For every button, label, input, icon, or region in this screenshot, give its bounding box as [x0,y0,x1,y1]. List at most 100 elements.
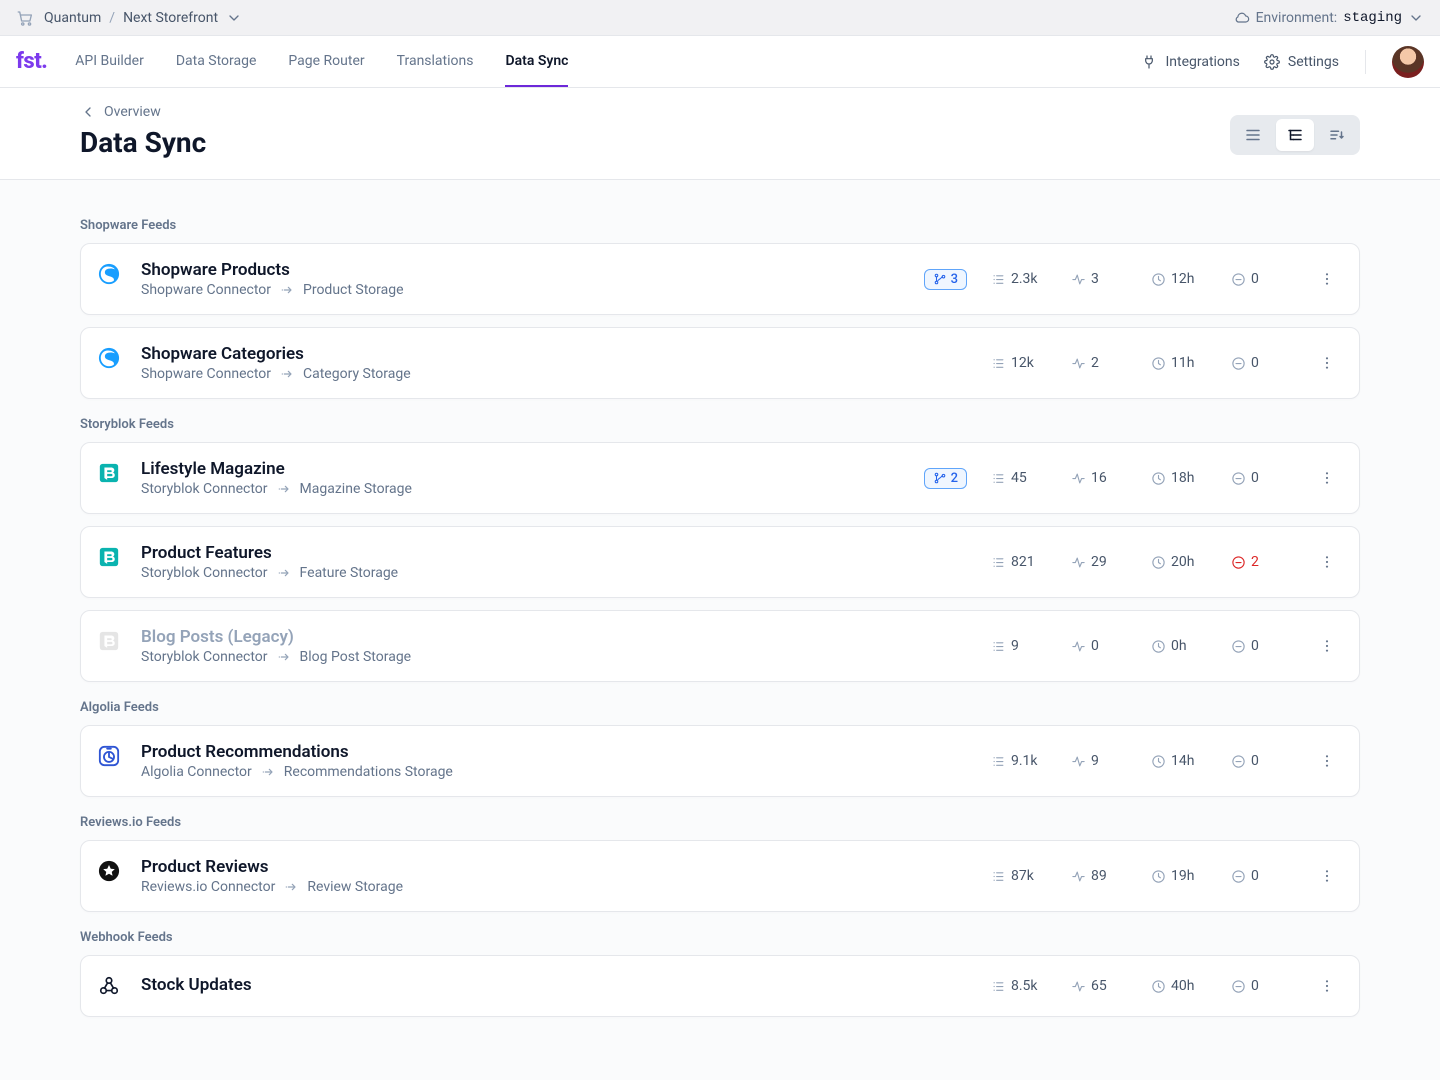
stat-errors: 0 [1231,271,1287,287]
shopware-icon [97,346,121,370]
more-button[interactable] [1315,265,1339,293]
feed-route: Shopware ConnectorCategory Storage [141,366,967,382]
more-button[interactable] [1315,349,1339,377]
stat-age: 14h [1151,753,1207,769]
nav-settings[interactable]: Settings [1264,54,1339,70]
nav-tab-translations[interactable]: Translations [397,36,474,87]
stat-errors: 0 [1231,868,1287,884]
stat-errors: 0 [1231,355,1287,371]
avatar[interactable] [1392,46,1424,78]
shopware-icon [97,262,121,286]
view-list-button[interactable] [1234,119,1272,151]
stat-age: 40h [1151,978,1207,994]
nav-tab-data-storage[interactable]: Data Storage [176,36,257,87]
more-button[interactable] [1315,862,1339,890]
stat-activity: 29 [1071,554,1127,570]
chevron-down-icon [1408,10,1424,26]
stat-age: 18h [1151,470,1207,486]
feed-title: Stock Updates [141,975,967,995]
feed-title: Product Reviews [141,857,967,877]
breadcrumb-back[interactable]: Overview [80,104,206,120]
stat-age: 12h [1151,271,1207,287]
env-value: staging [1343,10,1402,26]
chevron-left-icon [80,104,96,120]
storyblok-gray-icon [97,629,121,653]
stat-age: 11h [1151,355,1207,371]
nav-integrations[interactable]: Integrations [1141,54,1239,70]
environment-switcher[interactable]: Environment: staging [1234,10,1424,26]
group-title: Shopware Feeds [80,218,1360,233]
stat-activity: 65 [1071,978,1127,994]
feed-card[interactable]: Blog Posts (Legacy) Storyblok ConnectorBl… [80,610,1360,682]
storyblok-icon [97,545,121,569]
feed-title: Product Features [141,543,967,563]
cloud-icon [1234,10,1250,26]
nav-tab-api-builder[interactable]: API Builder [75,36,144,87]
feed-title: Lifestyle Magazine [141,459,914,479]
feed-card[interactable]: Product Reviews Reviews.io ConnectorRevie… [80,840,1360,912]
branch-badge[interactable]: 3 [924,269,967,290]
stat-activity: 0 [1071,638,1127,654]
feed-title: Shopware Products [141,260,914,280]
feed-title: Blog Posts (Legacy) [141,627,967,647]
view-tree-button[interactable] [1276,119,1314,151]
more-button[interactable] [1315,548,1339,576]
feed-route: Algolia ConnectorRecommendations Storage [141,764,967,780]
feed-route: Storyblok ConnectorBlog Post Storage [141,649,967,665]
feed-route: Storyblok ConnectorFeature Storage [141,565,967,581]
stat-records: 9 [991,638,1047,654]
view-toggle [1230,115,1360,155]
feed-card[interactable]: Lifestyle Magazine Storyblok ConnectorMag… [80,442,1360,514]
feed-route: Reviews.io ConnectorReview Storage [141,879,967,895]
feed-card[interactable]: Stock Updates 8.5k 65 40h 0 [80,955,1360,1017]
stat-errors: 0 [1231,978,1287,994]
stat-activity: 89 [1071,868,1127,884]
feed-route: Storyblok ConnectorMagazine Storage [141,481,914,497]
stat-errors: 0 [1231,470,1287,486]
branch-badge[interactable]: 2 [924,468,967,489]
nav-tab-data-sync[interactable]: Data Sync [505,36,568,87]
stat-records: 12k [991,355,1047,371]
chevron-down-icon [226,10,242,26]
env-label: Environment: [1256,10,1338,26]
feed-card[interactable]: Product RecommendationsAlgolia Connector… [80,725,1360,797]
nav-tab-page-router[interactable]: Page Router [288,36,364,87]
more-button[interactable] [1315,632,1339,660]
stat-errors: 2 [1231,554,1287,570]
stat-errors: 0 [1231,753,1287,769]
feed-card[interactable]: Product Features Storyblok ConnectorFeatu… [80,526,1360,598]
feed-route: Shopware ConnectorProduct Storage [141,282,914,298]
feed-card[interactable]: Shopware CategoriesShopware ConnectorCat… [80,327,1360,399]
group-title: Webhook Feeds [80,930,1360,945]
group-title: Storyblok Feeds [80,417,1360,432]
workspace-name: Quantum [44,10,101,26]
stat-records: 87k [991,868,1047,884]
gear-icon [1264,54,1280,70]
stat-age: 20h [1151,554,1207,570]
page-title: Data Sync [80,126,206,159]
stat-records: 8.5k [991,978,1047,994]
view-sort-button[interactable] [1318,119,1356,151]
stat-activity: 3 [1071,271,1127,287]
stat-records: 45 [991,470,1047,486]
webhook-icon [97,974,121,998]
group-title: Algolia Feeds [80,700,1360,715]
stat-records: 821 [991,554,1047,570]
more-button[interactable] [1315,464,1339,492]
stat-activity: 9 [1071,753,1127,769]
stat-activity: 16 [1071,470,1127,486]
stat-age: 19h [1151,868,1207,884]
more-button[interactable] [1315,972,1339,1000]
project-breadcrumb[interactable]: Quantum / Next Storefront [44,10,242,26]
stat-errors: 0 [1231,638,1287,654]
cart-icon [16,9,34,27]
stat-age: 0h [1151,638,1207,654]
stat-activity: 2 [1071,355,1127,371]
group-title: Reviews.io Feeds [80,815,1360,830]
feed-card[interactable]: Shopware Products Shopware ConnectorProdu… [80,243,1360,315]
storyblok-icon [97,461,121,485]
more-button[interactable] [1315,747,1339,775]
reviewsio-icon [97,859,121,883]
plug-icon [1141,54,1157,70]
logo[interactable]: fst. [16,49,47,74]
